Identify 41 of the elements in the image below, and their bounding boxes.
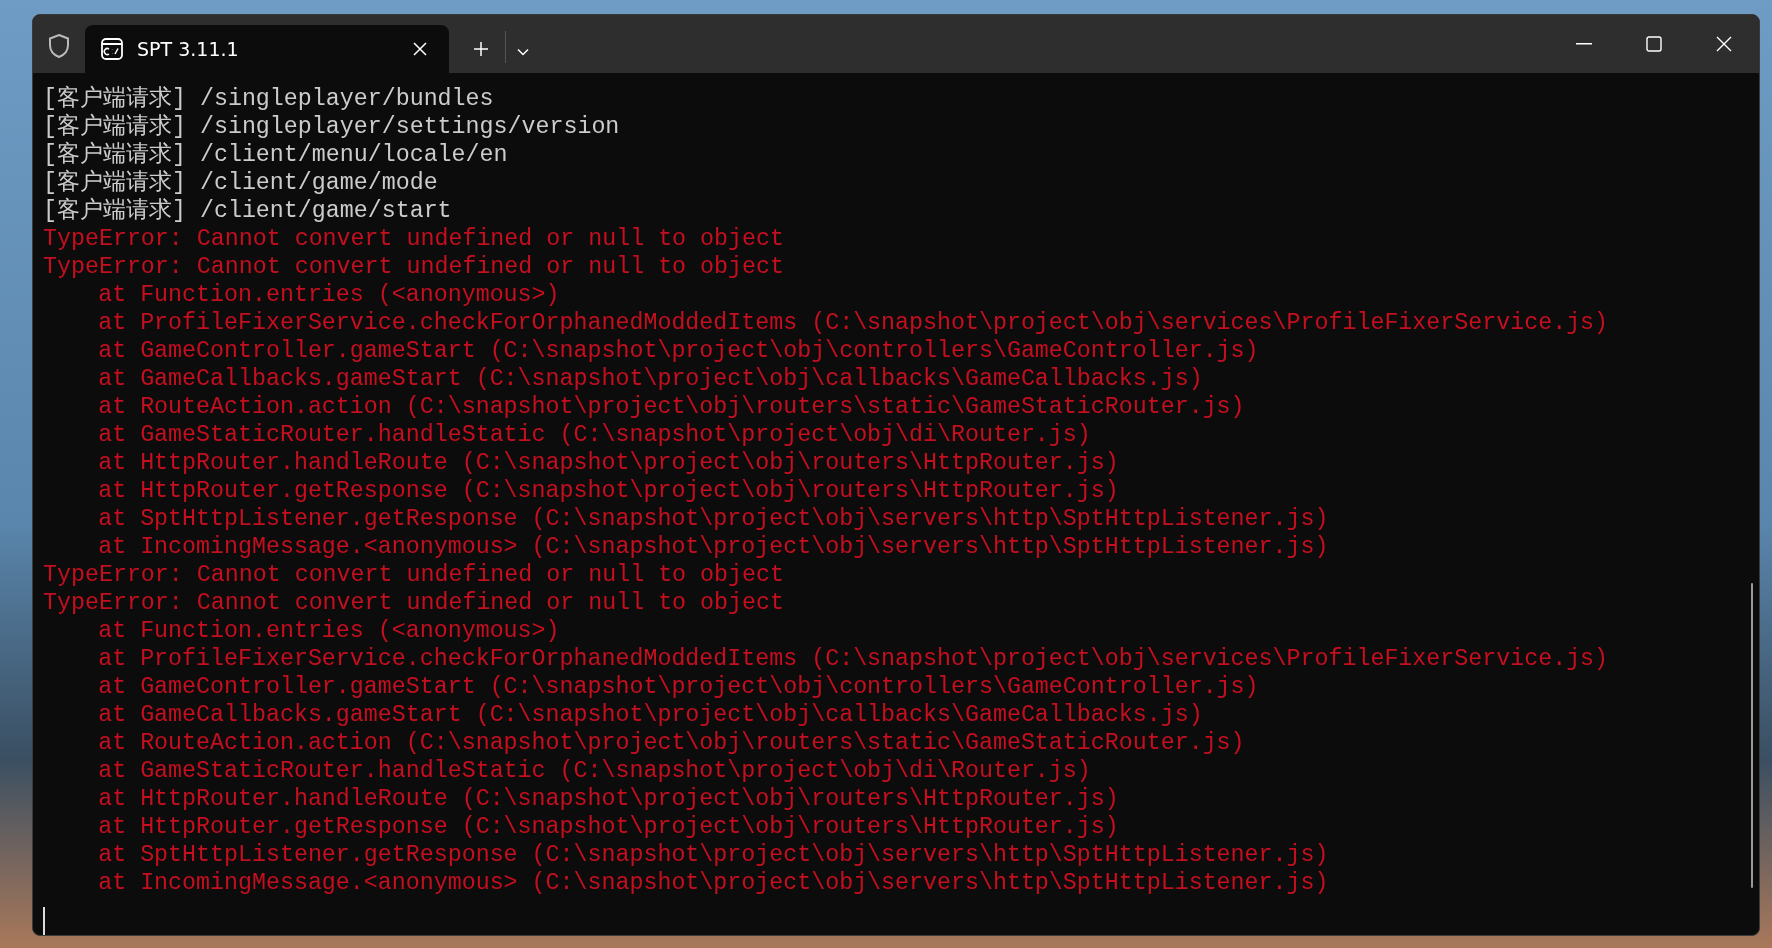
- stack-trace-line: at ProfileFixerService.checkForOrphanedModdedItems (C:\snapshot\project\obj\services\ProfileFixerService.js): [97, 645, 1609, 673]
- stack-trace-line: at SptHttpListener.getResponse (C:\snapshot\project\obj\servers\http\SptHttpListener.js): [97, 505, 1329, 533]
- stack-trace-line: at ProfileFixerService.checkForOrphanedModdedItems (C:\snapshot\project\obj\services\ProfileFixerService.js): [97, 309, 1609, 337]
- stack-trace-line: at IncomingMessage.<anonymous> (C:\snapshot\project\obj\servers\http\SptHttpListener.js): [97, 869, 1329, 897]
- close-icon: [1716, 36, 1732, 52]
- stack-trace-line: at Function.entries (<anonymous>): [97, 617, 560, 645]
- log-line: [客户端请求] /singleplayer/settings/version: [43, 113, 620, 141]
- tab-title: SPT 3.11.1: [137, 38, 240, 60]
- stack-trace-line: at RouteAction.action (C:\snapshot\project\obj\routers\static\GameStaticRouter.js): [97, 729, 1245, 757]
- maximize-icon: [1646, 36, 1662, 52]
- stack-trace-line: at Function.entries (<anonymous>): [97, 281, 560, 309]
- log-line: [客户端请求] /client/game/mode: [43, 169, 438, 197]
- stack-trace-line: at GameStaticRouter.handleStatic (C:\snapshot\project\obj\di\Router.js): [97, 757, 1091, 785]
- stack-trace-line: at HttpRouter.getResponse (C:\snapshot\project\obj\routers\HttpRouter.js): [97, 813, 1119, 841]
- log-line: [客户端请求] /client/menu/locale/en: [43, 141, 508, 169]
- stack-trace-line: at GameCallbacks.gameStart (C:\snapshot\project\obj\callbacks\GameCallbacks.js): [97, 701, 1203, 729]
- stack-trace-line: at GameCallbacks.gameStart (C:\snapshot\project\obj\callbacks\GameCallbacks.js): [97, 365, 1203, 393]
- terminal-tab[interactable]: SPT 3.11.1: [85, 25, 449, 73]
- stack-trace-line: at HttpRouter.handleRoute (C:\snapshot\project\obj\routers\HttpRouter.js): [97, 785, 1119, 813]
- stack-trace-line: at HttpRouter.handleRoute (C:\snapshot\project\obj\routers\HttpRouter.js): [97, 449, 1119, 477]
- stack-trace-line: at SptHttpListener.getResponse (C:\snapshot\project\obj\servers\http\SptHttpListener.js): [97, 841, 1329, 869]
- log-line: [客户端请求] /singleplayer/bundles: [43, 85, 494, 113]
- close-icon: [413, 42, 427, 56]
- error-line: TypeError: Cannot convert undefined or null to object: [43, 561, 784, 589]
- error-line: TypeError: Cannot convert undefined or null to object: [43, 225, 784, 253]
- error-line: TypeError: Cannot convert undefined or null to object: [43, 589, 784, 617]
- log-line: [客户端请求] /client/game/start: [43, 197, 452, 225]
- shield-icon: [47, 33, 71, 59]
- terminal-icon: [101, 38, 123, 60]
- stack-trace-line: at RouteAction.action (C:\snapshot\project\obj\routers\static\GameStaticRouter.js): [97, 393, 1245, 421]
- text-cursor: [43, 907, 45, 935]
- chevron-down-icon: [516, 47, 530, 57]
- minimize-icon: [1576, 43, 1592, 45]
- plus-icon: [473, 41, 489, 57]
- stack-trace-line: at IncomingMessage.<anonymous> (C:\snapshot\project\obj\servers\http\SptHttpListener.js): [97, 533, 1329, 561]
- stack-trace-line: at GameController.gameStart (C:\snapshot\project\obj\controllers\GameController.js): [97, 337, 1259, 365]
- error-line: TypeError: Cannot convert undefined or null to object: [43, 253, 784, 281]
- scrollbar-thumb[interactable]: [1751, 583, 1753, 888]
- stack-trace-line: at GameStaticRouter.handleStatic (C:\snapshot\project\obj\di\Router.js): [97, 421, 1091, 449]
- stack-trace-line: at HttpRouter.getResponse (C:\snapshot\project\obj\routers\HttpRouter.js): [97, 477, 1119, 505]
- stack-trace-line: at GameController.gameStart (C:\snapshot\project\obj\controllers\GameController.js): [97, 673, 1259, 701]
